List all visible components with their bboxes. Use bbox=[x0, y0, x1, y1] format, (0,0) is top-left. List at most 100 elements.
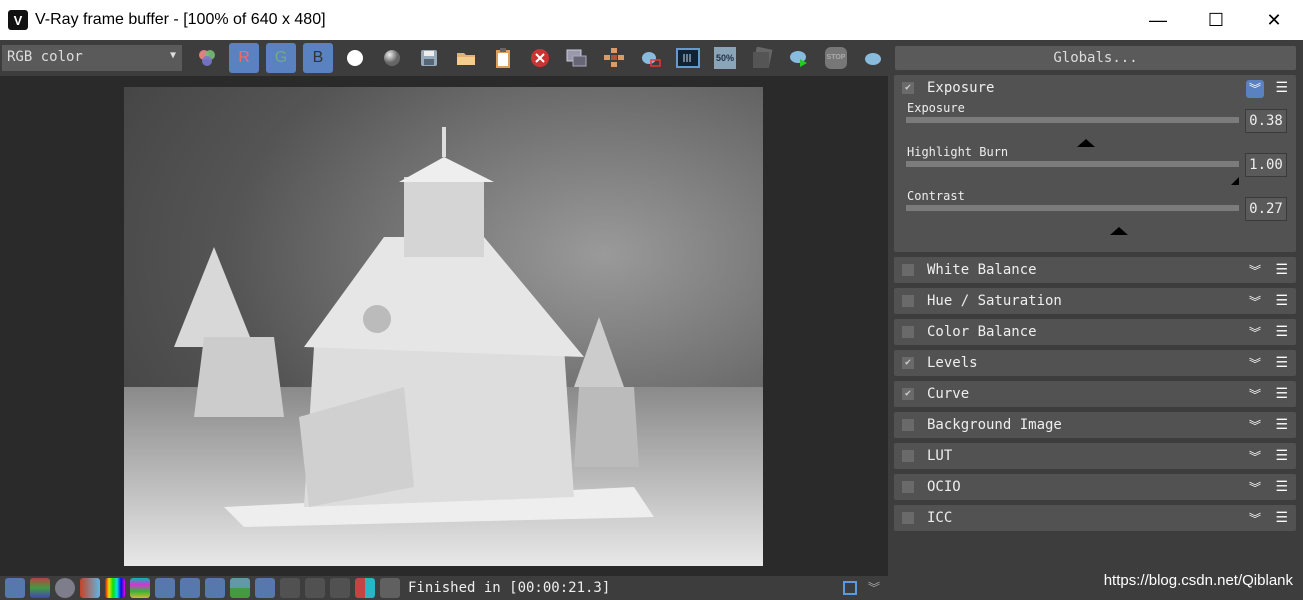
teapot-icon[interactable] bbox=[858, 43, 888, 73]
expand-icon[interactable]: ︾ bbox=[1246, 417, 1264, 435]
info-icon[interactable] bbox=[55, 578, 75, 598]
icc-icon[interactable] bbox=[305, 578, 325, 598]
split-icon[interactable] bbox=[355, 578, 375, 598]
expand-icon[interactable]: ︾ bbox=[1246, 355, 1264, 373]
levels-icon[interactable] bbox=[155, 578, 175, 598]
menu-icon[interactable]: ☰ bbox=[1275, 386, 1288, 402]
section-title: Curve bbox=[927, 386, 970, 402]
section-checkbox[interactable] bbox=[902, 264, 914, 276]
menu-icon[interactable]: ☰ bbox=[1275, 262, 1288, 278]
teapot-region-icon[interactable] bbox=[636, 43, 666, 73]
section-lut[interactable]: LUT ︾ ☰ bbox=[894, 443, 1296, 469]
expand-down-icon[interactable]: ︾ bbox=[868, 579, 880, 596]
color-balance-icon[interactable] bbox=[130, 578, 150, 598]
slider-label: Highlight Burn bbox=[907, 145, 1009, 159]
expand-icon[interactable]: ︾ bbox=[1246, 510, 1264, 528]
ocio-icon[interactable] bbox=[280, 578, 300, 598]
slider-track[interactable] bbox=[906, 205, 1239, 235]
section-title: ICC bbox=[927, 510, 953, 526]
slider-track[interactable] bbox=[906, 117, 1239, 147]
color-correction-icon[interactable] bbox=[80, 578, 100, 598]
slider-value-input[interactable]: 1.00 bbox=[1245, 153, 1287, 177]
blue-channel-button[interactable]: B bbox=[303, 43, 333, 73]
globals-button[interactable]: Globals... bbox=[895, 46, 1296, 70]
lut-icon[interactable] bbox=[255, 578, 275, 598]
lens-effects-icon[interactable] bbox=[380, 578, 400, 598]
hsl-icon[interactable] bbox=[105, 578, 125, 598]
section-checkbox[interactable] bbox=[902, 481, 914, 493]
exposure-section: ✔ Exposure ︾ ☰ Exposure 0.38 Highlight Bu… bbox=[894, 75, 1296, 252]
menu-icon[interactable]: ☰ bbox=[1275, 80, 1288, 96]
section-checkbox[interactable] bbox=[902, 295, 914, 307]
section-background-image[interactable]: Background Image ︾ ☰ bbox=[894, 412, 1296, 438]
expand-icon[interactable]: ︾ bbox=[1246, 448, 1264, 466]
slider-thumb[interactable] bbox=[1110, 227, 1129, 235]
slider-row: Contrast 0.27 bbox=[894, 189, 1296, 235]
clear-icon[interactable] bbox=[525, 43, 555, 73]
rendered-image bbox=[124, 87, 763, 566]
green-channel-button[interactable]: G bbox=[266, 43, 296, 73]
section-checkbox[interactable] bbox=[902, 512, 914, 524]
section-levels[interactable]: ✔ Levels ︾ ☰ bbox=[894, 350, 1296, 376]
section-checkbox[interactable] bbox=[902, 419, 914, 431]
gray-sphere-icon[interactable] bbox=[377, 43, 407, 73]
section-checkbox[interactable] bbox=[902, 326, 914, 338]
image-viewport[interactable] bbox=[0, 76, 888, 576]
expand-icon[interactable]: ︾ bbox=[1246, 386, 1264, 404]
section-checkbox[interactable]: ✔ bbox=[902, 388, 914, 400]
section-color-balance[interactable]: Color Balance ︾ ☰ bbox=[894, 319, 1296, 345]
menu-icon[interactable]: ☰ bbox=[1275, 417, 1288, 433]
layers-icon[interactable] bbox=[30, 578, 50, 598]
expand-icon[interactable]: ︾ bbox=[1246, 324, 1264, 342]
slider-value-input[interactable]: 0.38 bbox=[1245, 109, 1287, 133]
zoom-50-icon[interactable]: 50% bbox=[710, 43, 740, 73]
toolbar: RGB color ▼ R G B 50% STOP bbox=[0, 40, 893, 76]
section-hue-saturation[interactable]: Hue / Saturation ︾ ☰ bbox=[894, 288, 1296, 314]
collapse-icon[interactable]: ︾ bbox=[1246, 80, 1264, 98]
background-image-icon[interactable] bbox=[230, 578, 250, 598]
region-icon[interactable] bbox=[562, 43, 592, 73]
expand-icon[interactable]: ︾ bbox=[1246, 262, 1264, 280]
section-curve[interactable]: ✔ Curve ︾ ☰ bbox=[894, 381, 1296, 407]
stop-icon[interactable]: STOP bbox=[821, 43, 851, 73]
save-icon[interactable] bbox=[414, 43, 444, 73]
lens-icon[interactable] bbox=[747, 43, 777, 73]
compare-icon[interactable] bbox=[673, 43, 703, 73]
white-sphere-icon[interactable] bbox=[340, 43, 370, 73]
section-white-balance[interactable]: White Balance ︾ ☰ bbox=[894, 257, 1296, 283]
display-icon[interactable] bbox=[5, 578, 25, 598]
track-mouse-icon[interactable] bbox=[599, 43, 629, 73]
menu-icon[interactable]: ☰ bbox=[1275, 293, 1288, 309]
panel-toggle-icon[interactable] bbox=[843, 581, 857, 595]
slider-thumb[interactable] bbox=[1231, 177, 1239, 185]
section-title: Levels bbox=[927, 355, 978, 371]
color-circles-icon[interactable] bbox=[192, 43, 222, 73]
render-icon[interactable] bbox=[784, 43, 814, 73]
expand-icon[interactable]: ︾ bbox=[1246, 293, 1264, 311]
section-checkbox[interactable]: ✔ bbox=[902, 357, 914, 369]
slider-value-input[interactable]: 0.27 bbox=[1245, 197, 1287, 221]
clipboard-icon[interactable] bbox=[488, 43, 518, 73]
close-button[interactable]: ✕ bbox=[1245, 0, 1303, 40]
open-folder-icon[interactable] bbox=[451, 43, 481, 73]
slider-label: Contrast bbox=[907, 189, 965, 203]
stereo-icon[interactable] bbox=[330, 578, 350, 598]
menu-icon[interactable]: ☰ bbox=[1275, 448, 1288, 464]
exposure-icon[interactable] bbox=[205, 578, 225, 598]
menu-icon[interactable]: ☰ bbox=[1275, 355, 1288, 371]
menu-icon[interactable]: ☰ bbox=[1275, 510, 1288, 526]
curve-icon[interactable] bbox=[180, 578, 200, 598]
maximize-button[interactable]: ☐ bbox=[1187, 0, 1245, 40]
expand-icon[interactable]: ︾ bbox=[1246, 479, 1264, 497]
minimize-button[interactable]: — bbox=[1129, 0, 1187, 40]
section-ocio[interactable]: OCIO ︾ ☰ bbox=[894, 474, 1296, 500]
menu-icon[interactable]: ☰ bbox=[1275, 324, 1288, 340]
menu-icon[interactable]: ☰ bbox=[1275, 479, 1288, 495]
section-checkbox[interactable] bbox=[902, 450, 914, 462]
red-channel-button[interactable]: R bbox=[229, 43, 259, 73]
slider-track[interactable] bbox=[906, 161, 1239, 185]
section-title: Hue / Saturation bbox=[927, 293, 1062, 309]
exposure-checkbox[interactable]: ✔ bbox=[902, 82, 914, 94]
channel-select[interactable]: RGB color ▼ bbox=[2, 45, 182, 71]
section-icc[interactable]: ICC ︾ ☰ bbox=[894, 505, 1296, 531]
